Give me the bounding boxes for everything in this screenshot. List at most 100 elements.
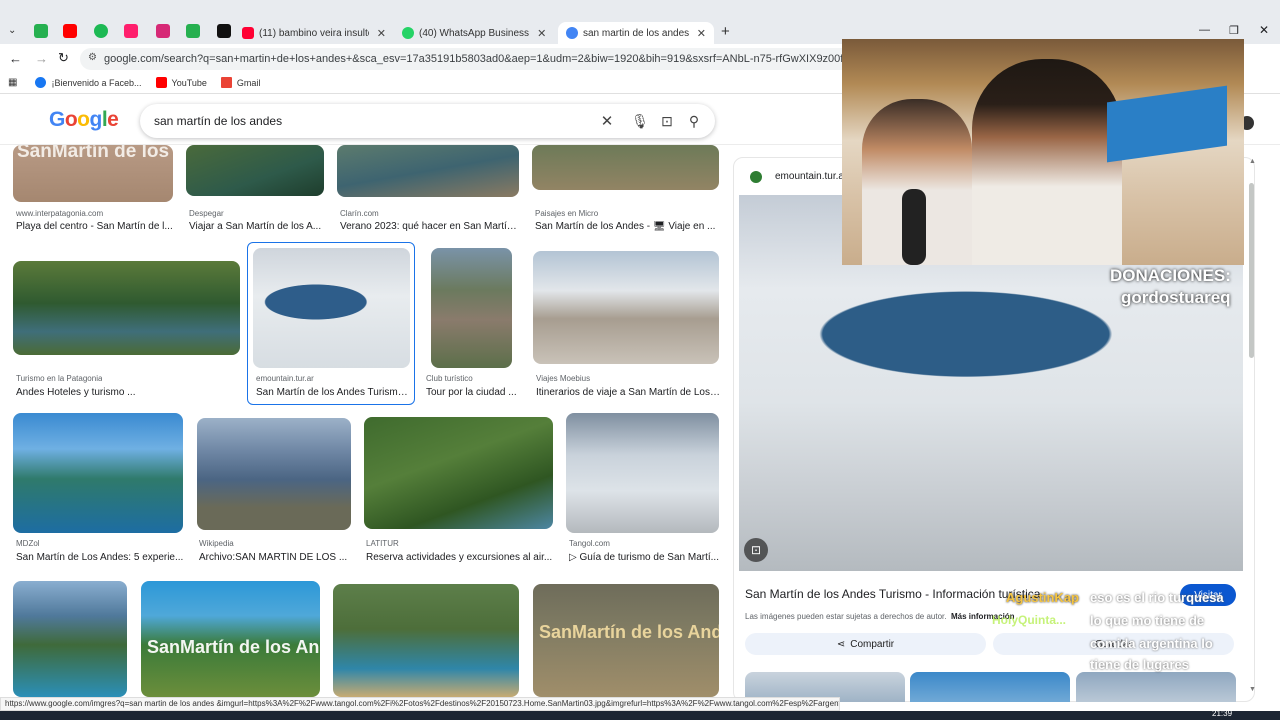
search-icon[interactable]: ⚲ [685, 112, 703, 130]
youtube-icon [155, 77, 167, 88]
webcam-overlay [842, 39, 1244, 265]
result-image[interactable]: SanMartín de los Andes [13, 145, 173, 202]
result-image[interactable] [186, 145, 324, 196]
new-tab-icon[interactable]: + [721, 23, 730, 40]
close-tab-icon[interactable]: ✕ [529, 27, 554, 40]
result-image[interactable] [13, 413, 183, 533]
close-tab-icon[interactable]: ✕ [369, 27, 394, 40]
tab-google-search[interactable]: san martin de los andes - Busca ✕ [558, 22, 714, 44]
lens-icon[interactable]: ⊡ [744, 538, 768, 562]
address-bar[interactable]: ⚙ google.com/search?q=san+martin+de+los+… [80, 48, 880, 70]
pinned-tab-kick[interactable] [34, 24, 48, 38]
back-icon[interactable]: ← [9, 51, 22, 66]
result-image[interactable] [337, 145, 519, 197]
result-image[interactable] [364, 417, 553, 529]
pinned-tab-kick2[interactable] [186, 24, 200, 38]
share-button[interactable]: ⋖ Compartir [745, 633, 986, 655]
tab-label: (11) bambino veira insultos - Yo [259, 27, 369, 39]
share-icon: ⋖ [836, 638, 846, 650]
tab-label: (40) WhatsApp Business [419, 27, 530, 39]
result-caption[interactable]: San Martín de los Andes Turismo ... [256, 387, 408, 398]
tab-whatsapp[interactable]: (40) WhatsApp Business ✕ [402, 22, 554, 44]
result-image[interactable] [13, 261, 240, 355]
result-source: Club turístico [426, 374, 473, 383]
lens-search-icon[interactable]: ⊡ [658, 112, 676, 130]
result-image[interactable] [532, 145, 719, 190]
result-image[interactable] [533, 251, 719, 364]
result-image[interactable] [431, 248, 512, 368]
donations-handle: gordostuareq [1121, 288, 1231, 307]
tab-youtube[interactable]: (11) bambino veira insultos - Yo ✕ [242, 22, 394, 44]
link-status-bar: https://www.google.com/imgres?q=san mart… [0, 697, 840, 711]
forward-icon[interactable]: → [35, 51, 48, 66]
scroll-down-icon[interactable]: ▼ [1249, 686, 1256, 693]
result-caption[interactable]: ▷ Guía de turismo de San Martí... [569, 552, 721, 563]
source-favicon [750, 171, 762, 183]
youtube-icon [242, 27, 254, 39]
search-input[interactable]: san martín de los andes [154, 114, 282, 128]
bookmark-youtube[interactable]: YouTube [155, 77, 207, 88]
result-image[interactable] [333, 584, 519, 697]
panel-scrollbar[interactable] [1249, 183, 1254, 358]
url-text: google.com/search?q=san+martin+de+los+an… [104, 53, 880, 65]
minimize-icon[interactable]: — [1199, 24, 1210, 36]
result-image[interactable] [566, 413, 719, 533]
result-caption[interactable]: San Martín de los Andes - 🖥 Viaje en ... [535, 221, 720, 232]
search-box[interactable]: san martín de los andes ✕ 🎙 ⊡ ⚲ [140, 104, 715, 138]
result-image-selected[interactable] [253, 248, 410, 368]
chat-message: comida argentina lo [1090, 636, 1213, 651]
scroll-up-icon[interactable]: ▲ [1249, 158, 1256, 165]
panel-title[interactable]: San Martín de los Andes Turismo - Inform… [745, 587, 1040, 601]
blue-sign [1107, 85, 1227, 163]
result-caption[interactable]: Reserva actividades y excursiones al air… [366, 552, 554, 563]
apps-grid-icon[interactable]: ▦ [8, 77, 17, 88]
result-caption[interactable]: Archivo:SAN MARTÍN DE LOS ... [199, 552, 351, 563]
site-info-icon[interactable]: ⚙ [88, 52, 97, 63]
status-url: https://www.google.com/imgres?q=san mart… [5, 699, 840, 708]
restore-icon[interactable]: ❐ [1229, 24, 1239, 37]
result-image[interactable] [13, 581, 127, 697]
tab-strip: ⌄ (11) bambino veira insultos - Yo ✕ (40… [0, 0, 1280, 44]
donations-label: DONACIONES: [1110, 266, 1231, 285]
bookmark-facebook[interactable]: ¡Bienvenido a Faceb... [35, 77, 142, 88]
result-caption[interactable]: Verano 2023: qué hacer en San Martín ... [340, 221, 522, 232]
result-caption[interactable]: Andes Hoteles y turismo ... [16, 387, 236, 398]
voice-search-icon[interactable]: 🎙 [631, 112, 649, 130]
panel-source[interactable]: emountain.tur.ar [775, 171, 847, 182]
result-caption[interactable]: San Martín de Los Andes: 5 experie... [16, 552, 184, 563]
share-label: Compartir [850, 638, 895, 650]
chat-message: tiene de lugares [1090, 657, 1189, 672]
copyright-note: Las imágenes pueden estar sujetas a dere… [745, 612, 947, 621]
pinned-tab-spotify[interactable] [94, 24, 108, 38]
reload-icon[interactable]: ↻ [58, 50, 69, 66]
pinned-tab-instagram[interactable] [156, 24, 170, 38]
related-image[interactable] [1076, 672, 1236, 702]
tab-label: san martin de los andes - Busca [583, 27, 689, 39]
related-image[interactable] [910, 672, 1070, 702]
result-source: emountain.tur.ar [256, 374, 314, 383]
clear-search-icon[interactable]: ✕ [598, 112, 616, 130]
close-tab-icon[interactable]: ✕ [689, 27, 714, 40]
result-image[interactable] [197, 418, 351, 530]
pinned-tab-youtube[interactable] [63, 24, 77, 38]
close-window-icon[interactable]: ✕ [1259, 23, 1269, 37]
result-caption[interactable]: Playa del centro - San Martín de l... [16, 221, 176, 232]
result-caption[interactable]: Tour por la ciudad ... [426, 387, 526, 398]
pinned-tab-tiktok[interactable] [217, 24, 231, 38]
result-source: Paisajes en Micro [535, 209, 599, 218]
result-source: Despegar [189, 209, 224, 218]
gmail-icon [220, 77, 232, 88]
tab-search-icon[interactable]: ⌄ [8, 25, 16, 36]
result-caption[interactable]: Itinerarios de viaje a San Martín de Los… [536, 387, 720, 398]
bookmark-gmail[interactable]: Gmail [220, 77, 260, 88]
result-image[interactable]: SanMartín de los Andes [141, 581, 320, 697]
google-logo[interactable]: Google [49, 108, 119, 132]
result-image[interactable]: SanMartín de los Andes [533, 584, 719, 697]
chat-user: HolyQuinta... [992, 613, 1067, 627]
result-caption[interactable]: Viajar a San Martín de los A... [189, 221, 324, 232]
result-source: Wikipedia [199, 539, 234, 548]
pinned-tab-app[interactable] [124, 24, 138, 38]
result-source: Turismo en la Patagonia [16, 374, 103, 383]
taskbar-clock[interactable]: 21:39 [1212, 709, 1232, 718]
chat-user: AgustinKap [1006, 590, 1079, 605]
